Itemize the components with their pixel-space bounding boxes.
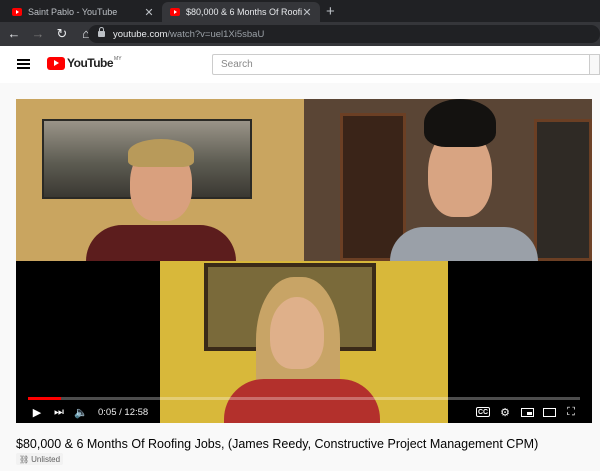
new-tab-button[interactable]: + [326,3,335,20]
video-player[interactable]: ▶ ⏭ 🔈 0:05 / 12:58 CC ⚙ ⛶ [16,99,592,423]
fullscreen-icon[interactable]: ⛶ [560,403,582,421]
theater-mode-icon[interactable] [538,403,560,421]
player-controls: ▶ ⏭ 🔈 0:05 / 12:58 CC ⚙ ⛶ [16,401,592,423]
progress-bar[interactable] [28,397,580,400]
tab-title: $80,000 & 6 Months Of Roofing [186,7,302,17]
arrow-left-icon[interactable]: ← [4,24,24,44]
visibility-label: Unlisted [31,454,61,464]
progress-fill [28,397,62,400]
search-button[interactable] [590,54,600,75]
tab-saint-pablo[interactable]: Saint Pablo - YouTube ✕ [4,2,162,22]
logo-text: YouTube [67,56,114,70]
close-tab-icon[interactable]: ✕ [302,6,312,19]
tab-title: Saint Pablo - YouTube [28,7,118,17]
duration: 12:58 [124,406,149,418]
person-hair [128,139,194,167]
browser-tab-bar: Saint Pablo - YouTube ✕ $80,000 & 6 Mont… [0,0,600,22]
video-frame-top-left [16,99,304,261]
reload-icon[interactable]: ↻ [52,24,72,44]
address-bar[interactable]: youtube.com/watch?v=uel1Xi5sbaU [88,25,600,43]
browser-toolbar: ← → ↻ ⌂ youtube.com/watch?v=uel1Xi5sbaU [0,22,600,46]
video-title: $80,000 & 6 Months Of Roofing Jobs, (Jam… [16,437,539,451]
cabinet [534,119,592,261]
url-host: youtube.com [113,28,168,40]
person-shirt [390,227,538,261]
video-frame-top-right [304,99,592,261]
settings-gear-icon[interactable]: ⚙ [494,403,516,421]
person-shirt [86,225,236,261]
bookshelf [340,113,406,261]
youtube-favicon-icon [170,8,180,16]
close-tab-icon[interactable]: ✕ [144,6,154,19]
miniplayer-icon[interactable] [516,403,538,421]
youtube-header: YouTube MY [0,46,600,83]
volume-icon[interactable]: 🔈 [70,403,92,421]
next-icon[interactable]: ⏭ [48,403,70,421]
play-icon[interactable]: ▶ [26,403,48,421]
search-input[interactable] [212,54,590,75]
person-head [270,297,324,369]
url-path: /watch?v=uel1Xi5sbaU [167,28,265,40]
youtube-logo-icon [47,56,65,70]
current-time: 0:05 [98,406,117,418]
unlisted-badge: ⛓ Unlisted [16,453,64,465]
arrow-right-icon[interactable]: → [28,24,48,44]
hamburger-menu-icon[interactable] [17,59,30,69]
logo-region: MY [114,56,122,62]
tab-roofing-video[interactable]: $80,000 & 6 Months Of Roofing ✕ [162,2,320,22]
link-icon: ⛓ [19,454,30,464]
youtube-logo[interactable]: YouTube MY [47,56,122,70]
captions-icon[interactable]: CC [476,407,490,417]
time-display: 0:05 / 12:58 [98,407,148,418]
youtube-favicon-icon [12,8,22,16]
person-hair [424,99,496,147]
lock-icon [98,27,105,37]
